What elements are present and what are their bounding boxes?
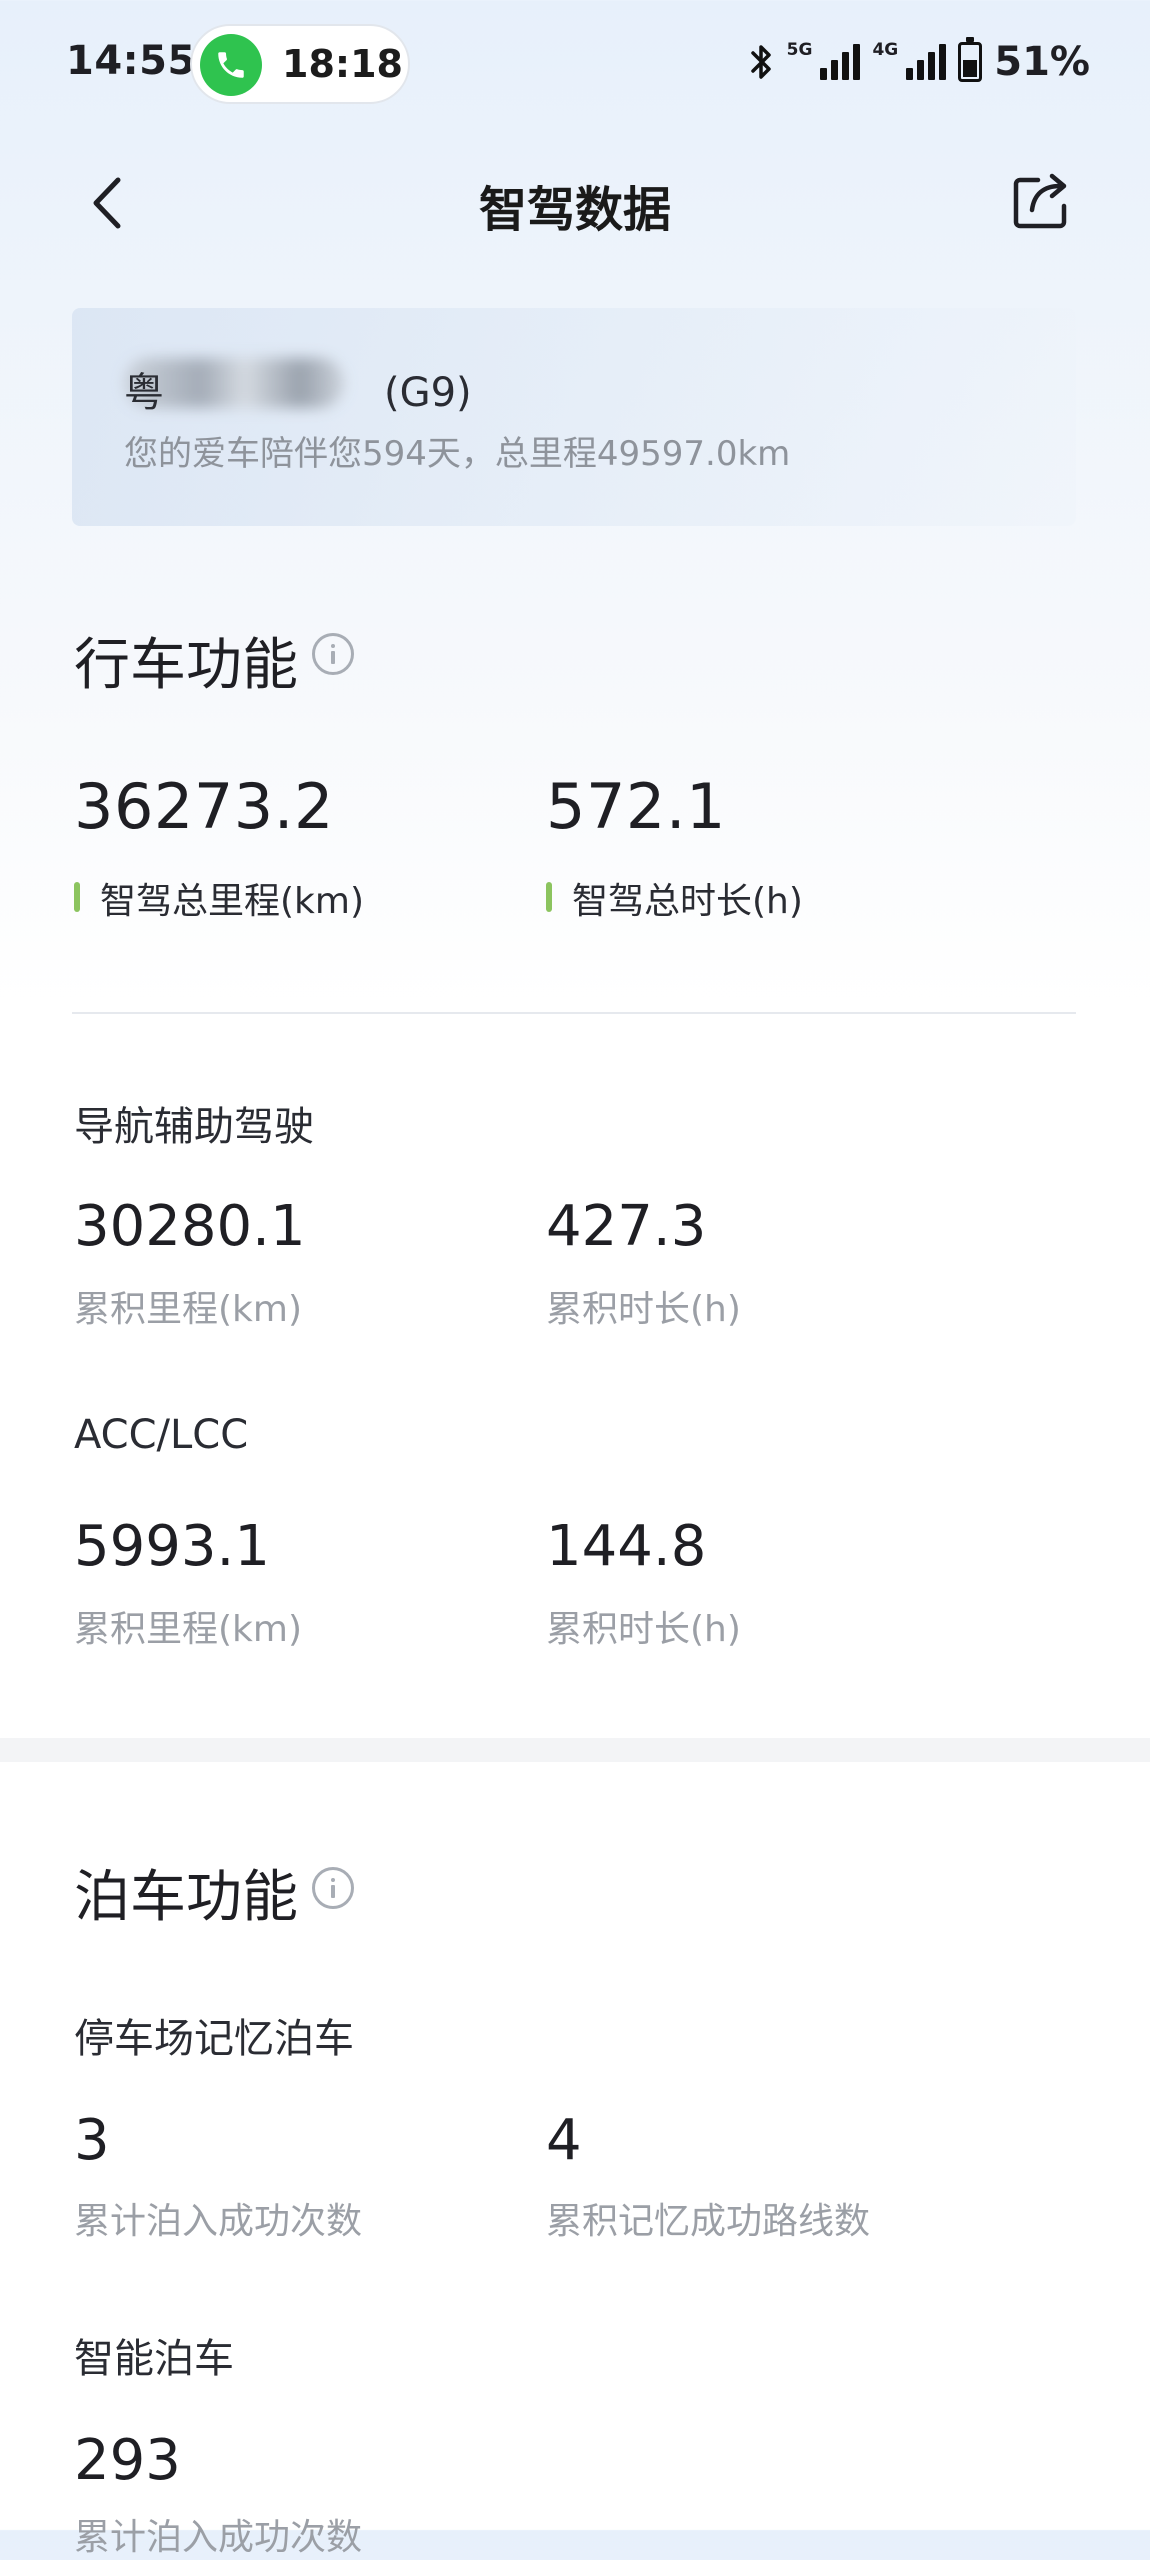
- total-distance-value: 36273.2: [74, 770, 334, 843]
- acc-lcc-time: 144.8: [546, 1514, 707, 1579]
- memory-parking-count: 3: [74, 2108, 110, 2173]
- memory-parking-title: 停车场记忆泊车: [74, 2016, 354, 2062]
- driving-section-title: 行车功能: [74, 633, 298, 698]
- memory-routes-label: 累积记忆成功路线数: [546, 2201, 871, 2242]
- bluetooth-icon: [750, 45, 771, 79]
- divider: [72, 1012, 1076, 1014]
- network-5g-label: 5G: [786, 40, 813, 60]
- smart-parking-count-label: 累计泊入成功次数: [74, 2517, 363, 2558]
- nav-assist-time-label: 累积时长(h): [546, 1289, 741, 1330]
- car-name: 粤 (G9): [124, 360, 472, 418]
- network-4g-label: 4G: [872, 40, 899, 60]
- smart-parking-title: 智能泊车: [74, 2336, 234, 2382]
- parking-section-title: 泊车功能: [74, 1865, 298, 1930]
- signal-icon: [820, 44, 861, 80]
- memory-routes-count: 4: [546, 2108, 582, 2173]
- nav-assist-distance: 30280.1: [74, 1194, 306, 1259]
- plate-prefix: 粤: [124, 370, 164, 416]
- info-icon[interactable]: [312, 633, 354, 675]
- ongoing-call-pill[interactable]: 18:18: [190, 24, 410, 104]
- page-title: 智驾数据: [478, 182, 671, 238]
- nav-assist-distance-label: 累积里程(km): [74, 1289, 303, 1330]
- status-indicators: 5G 4G 51%: [749, 37, 1090, 85]
- acc-lcc-distance-label: 累积里程(km): [74, 1609, 303, 1650]
- acc-lcc-title: ACC/LCC: [74, 1412, 249, 1458]
- status-time: 14:55: [66, 38, 196, 84]
- battery-icon: [958, 37, 983, 82]
- phone-icon: [200, 34, 262, 96]
- car-summary: 您的爱车陪伴您594天，总里程49597.0km: [124, 434, 791, 474]
- acc-lcc-time-label: 累积时长(h): [546, 1609, 741, 1650]
- section-separator: [0, 1738, 1150, 1762]
- acc-lcc-distance: 5993.1: [74, 1514, 270, 1579]
- total-distance-label: 智驾总里程(km): [100, 881, 365, 922]
- car-model: (G9): [384, 370, 472, 416]
- share-icon[interactable]: [1008, 168, 1074, 234]
- battery-percent: 51%: [994, 39, 1090, 85]
- nav-assist-title: 导航辅助驾驶: [74, 1104, 314, 1150]
- signal-icon-secondary: [906, 44, 947, 80]
- smart-parking-count: 293: [74, 2428, 181, 2493]
- info-icon[interactable]: [312, 1867, 354, 1909]
- total-time-label: 智驾总时长(h): [572, 881, 803, 922]
- total-time-value: 572.1: [546, 770, 726, 843]
- nav-assist-time: 427.3: [546, 1194, 707, 1259]
- memory-parking-count-label: 累计泊入成功次数: [74, 2201, 363, 2242]
- call-duration: 18:18: [282, 42, 403, 86]
- car-info-card: 粤 (G9) 您的爱车陪伴您594天，总里程49597.0km: [72, 308, 1076, 526]
